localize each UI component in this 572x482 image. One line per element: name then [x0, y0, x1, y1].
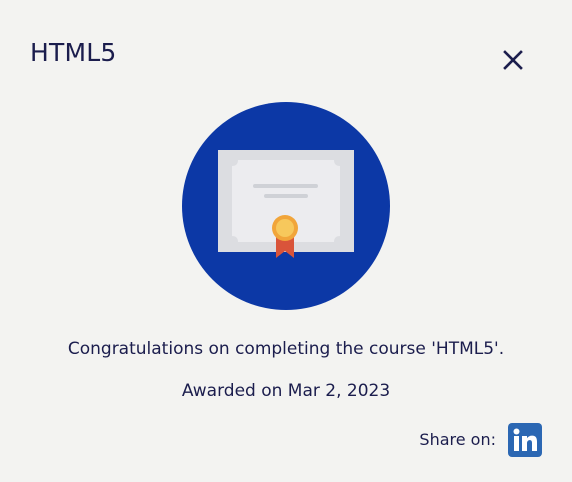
- certificate-badge: [182, 102, 390, 310]
- completion-message: Congratulations on completing the course…: [67, 339, 505, 359]
- awarded-date: Awarded on Mar 2, 2023: [181, 381, 391, 401]
- certificate-dialog: HTML5 Congratulations on completing the …: [0, 0, 572, 482]
- dialog-title: HTML5: [30, 38, 117, 67]
- close-button[interactable]: [498, 45, 528, 75]
- close-icon: [498, 45, 528, 75]
- linkedin-share-button[interactable]: [508, 423, 542, 457]
- linkedin-icon: [508, 423, 542, 457]
- share-label: Share on:: [419, 430, 496, 449]
- share-row: Share on:: [419, 422, 542, 458]
- certificate-icon: [182, 102, 390, 310]
